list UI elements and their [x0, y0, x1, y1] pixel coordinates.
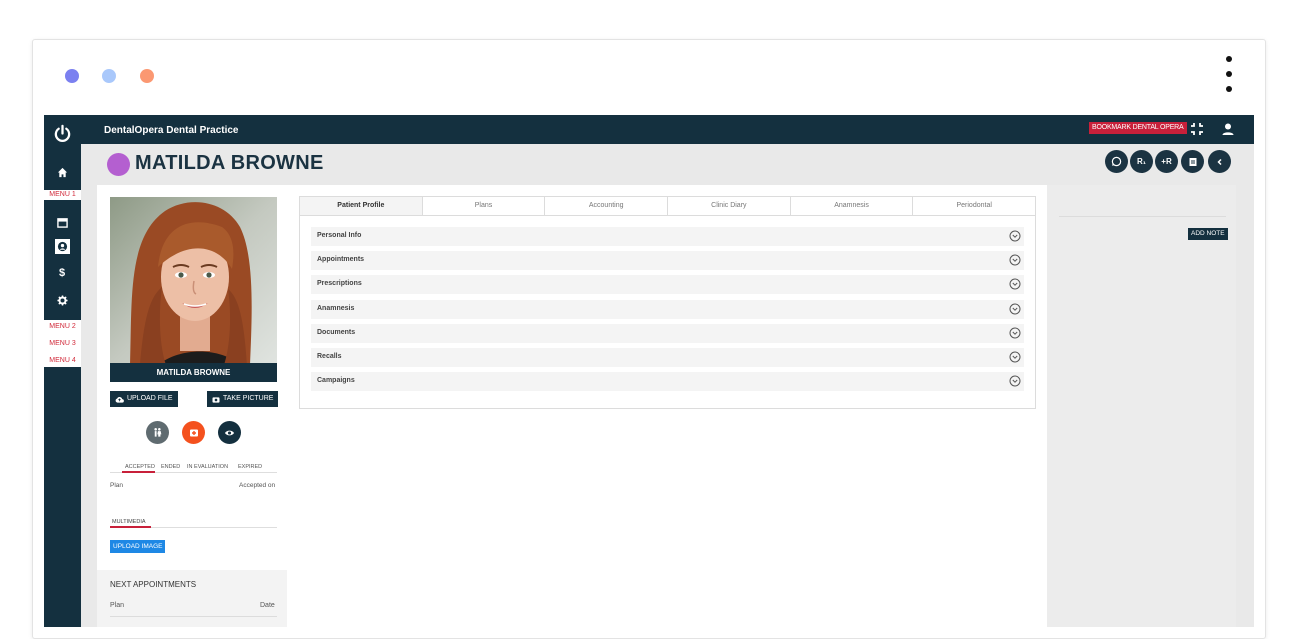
next-appointments-divider — [110, 616, 277, 617]
upload-file-label: UPLOAD FILE — [127, 395, 173, 402]
status-tab-expired[interactable]: EXPIRED — [238, 464, 262, 470]
section-label: Appointments — [317, 256, 365, 263]
section-recalls[interactable]: Recalls — [311, 348, 1024, 367]
section-campaigns[interactable]: Campaigns — [311, 372, 1024, 391]
sidebar-menu-1[interactable]: MENU 1 — [44, 190, 81, 200]
section-label: Recalls — [317, 353, 342, 360]
home-icon[interactable] — [54, 164, 70, 180]
next-appointments-panel — [97, 570, 287, 627]
window-dot-2 — [102, 69, 116, 83]
patient-name: MATILDA BROWNE — [135, 152, 324, 174]
camera-icon — [212, 396, 220, 403]
section-label: Prescriptions — [317, 280, 362, 287]
take-picture-label: TAKE PICTURE — [223, 395, 274, 402]
prescription-icon[interactable]: R₁ — [1130, 150, 1153, 173]
chevron-down-icon — [1009, 375, 1021, 387]
take-picture-button[interactable]: TAKE PICTURE — [207, 391, 279, 407]
chevron-down-icon — [1009, 327, 1021, 339]
status-tab-in-evaluation[interactable]: IN EVALUATION — [187, 464, 228, 470]
chevron-down-icon — [1009, 303, 1021, 315]
patient-avatar — [107, 153, 130, 176]
section-prescriptions[interactable]: Prescriptions — [311, 275, 1024, 294]
notes-divider — [1059, 216, 1226, 217]
medical-alert-button[interactable] — [182, 421, 205, 444]
chevron-down-icon — [1009, 351, 1021, 363]
eye-icon — [224, 430, 235, 435]
add-prescription-icon[interactable]: +R — [1155, 150, 1178, 173]
section-label: Campaigns — [317, 377, 355, 384]
window-dot-3 — [140, 69, 154, 83]
patient-icon[interactable] — [55, 239, 70, 254]
cloud-upload-icon — [115, 396, 124, 403]
medical-alert-icon — [189, 429, 198, 436]
add-note-button[interactable]: ADD NOTE — [1188, 228, 1228, 240]
notes-panel — [1047, 185, 1236, 627]
tab-clinic-diary[interactable]: Clinic Diary — [668, 197, 791, 215]
user-icon[interactable] — [1221, 122, 1235, 136]
section-personal-info[interactable]: Personal Info — [311, 227, 1024, 246]
gear-icon[interactable] — [54, 292, 70, 308]
back-icon[interactable] — [1208, 150, 1231, 173]
multimedia-indicator — [110, 526, 151, 528]
document-icon[interactable] — [1181, 150, 1204, 173]
chevron-down-icon — [1009, 230, 1021, 242]
gender-button[interactable] — [146, 421, 169, 444]
compress-icon[interactable] — [1190, 122, 1204, 136]
practice-name: DentalOpera Dental Practice — [104, 125, 239, 136]
chevron-down-icon — [1009, 278, 1021, 290]
upload-image-button[interactable]: UPLOAD IMAGE — [110, 540, 166, 553]
tab-patient-profile[interactable]: Patient Profile — [300, 197, 423, 215]
status-tab-ended[interactable]: ENDED — [161, 464, 180, 470]
next-date-header: Date — [260, 602, 275, 609]
section-appointments[interactable]: Appointments — [311, 251, 1024, 270]
sidebar-menu-4[interactable]: MENU 4 — [44, 356, 81, 366]
tab-plans[interactable]: Plans — [423, 197, 546, 215]
bookmark-button[interactable]: BOOKMARK DENTAL OPERA — [1089, 122, 1187, 134]
next-plan-header: Plan — [110, 602, 125, 609]
gender-icon — [154, 428, 162, 437]
calendar-icon[interactable] — [54, 214, 70, 230]
plan-column-header: Plan — [110, 482, 124, 489]
patient-photo — [110, 197, 277, 365]
chevron-down-icon — [1009, 254, 1021, 266]
accepted-on-column-header: Accepted on — [239, 482, 276, 489]
section-label: Documents — [317, 329, 356, 336]
sidebar-menu-3[interactable]: MENU 3 — [44, 339, 81, 349]
window-dot-1 — [65, 69, 79, 83]
section-documents[interactable]: Documents — [311, 324, 1024, 343]
tab-accounting[interactable]: Accounting — [545, 197, 669, 215]
dollar-icon[interactable]: $ — [54, 265, 70, 281]
app-window: DentalOpera Dental Practice BOOKMARK DEN… — [44, 115, 1254, 627]
status-tab-indicator — [122, 471, 155, 473]
section-label: Anamnesis — [317, 305, 355, 312]
next-appointments-title: NEXT APPOINTMENTS — [110, 580, 197, 589]
upload-file-button[interactable]: UPLOAD FILE — [110, 391, 178, 407]
photo-caption: MATILDA BROWNE — [110, 363, 277, 382]
sidebar-menu-2[interactable]: MENU 2 — [44, 322, 81, 332]
patient-tabs: Patient Profile Plans Accounting Clinic … — [299, 196, 1036, 216]
multimedia-tab[interactable]: MULTIMEDIA — [112, 519, 146, 525]
tab-periodontal[interactable]: Periodontal — [913, 197, 1035, 215]
power-icon[interactable] — [53, 124, 72, 143]
more-options-icon[interactable] — [1224, 56, 1234, 100]
tab-anamnesis[interactable]: Anamnesis — [791, 197, 914, 215]
status-tab-accepted[interactable]: ACCEPTED — [125, 464, 155, 470]
section-label: Personal Info — [317, 232, 362, 239]
visibility-button[interactable] — [218, 421, 241, 444]
section-anamnesis[interactable]: Anamnesis — [311, 300, 1024, 319]
whatsapp-icon[interactable] — [1105, 150, 1128, 173]
